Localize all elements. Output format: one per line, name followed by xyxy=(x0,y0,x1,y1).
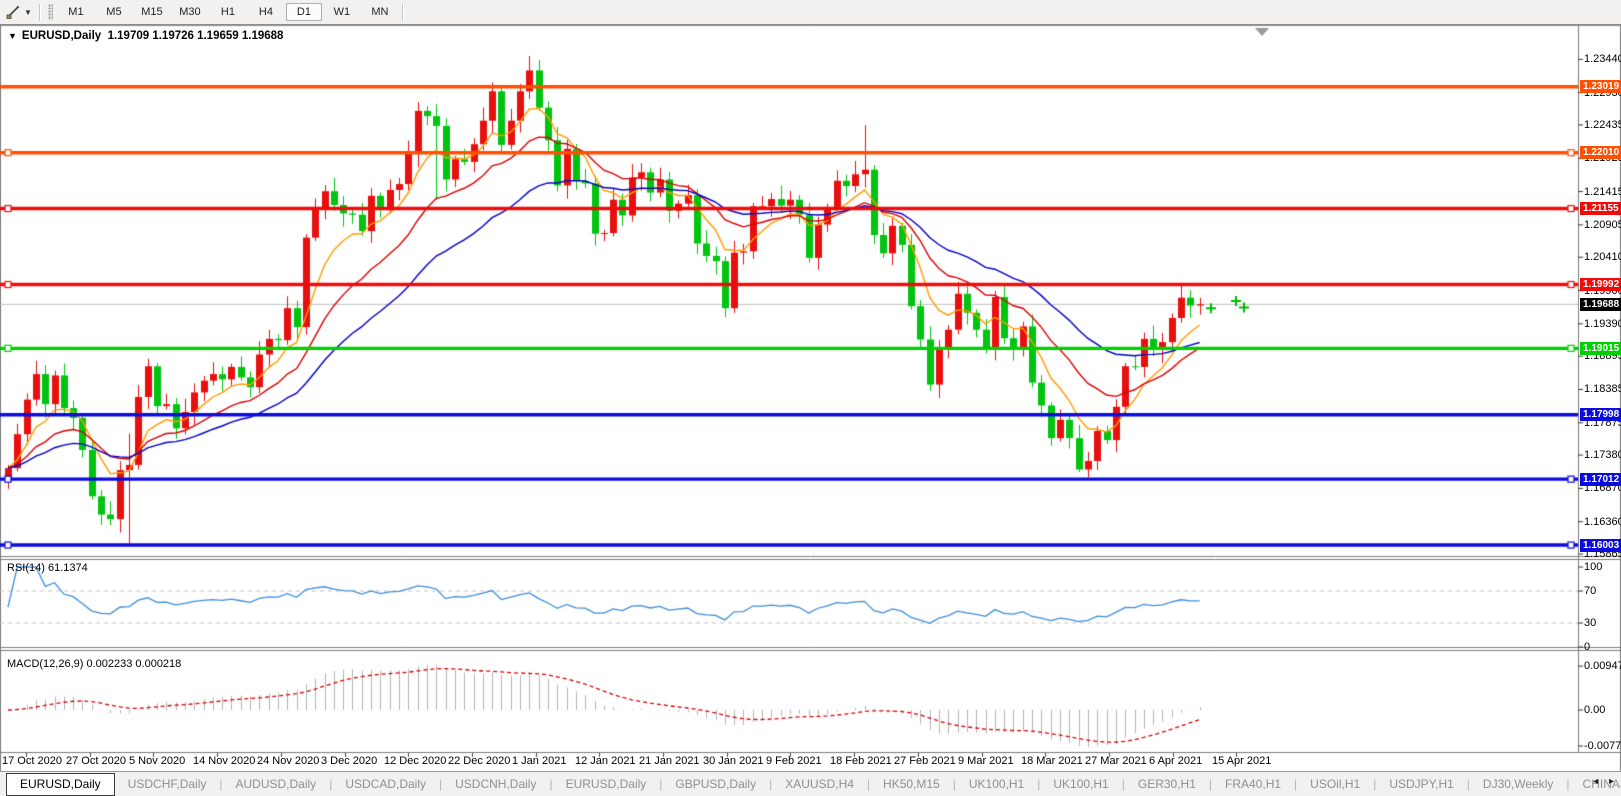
hline-price-tag: 1.17012 xyxy=(1580,473,1621,486)
chart-tab-audusd-daily[interactable]: AUDUSD,Daily xyxy=(223,774,330,795)
price-axis-label: 1.20410 xyxy=(1584,251,1621,263)
chart-tab-eurusd-daily[interactable]: EURUSD,Daily xyxy=(6,773,115,796)
chart-tab-usdchf-daily[interactable]: USDCHF,Daily xyxy=(115,774,220,795)
date-axis-label: 22 Dec 2020 xyxy=(448,755,510,767)
price-axis-label: 1.17380 xyxy=(1584,449,1621,461)
chart-title: ▼ EURUSD,Daily 1.19709 1.19726 1.19659 1.… xyxy=(8,30,283,42)
price-axis-label: 1.16360 xyxy=(1584,516,1621,528)
macd-indicator-label: MACD(12,26,9) 0.002233 0.000218 xyxy=(7,658,181,670)
date-axis-label: 9 Feb 2021 xyxy=(766,755,822,767)
date-axis-label: 24 Nov 2020 xyxy=(257,755,319,767)
date-axis-label: 14 Nov 2020 xyxy=(193,755,255,767)
date-axis-label: 18 Feb 2021 xyxy=(830,755,892,767)
date-axis-label: 9 Mar 2021 xyxy=(958,755,1014,767)
trading-platform-window: ▼ M1M5M15M30H1H4D1W1MN ▼EURUSD,Daily 1.1… xyxy=(0,0,1621,796)
chart-ohlc-quote: 1.19709 1.19726 1.19659 1.19688 xyxy=(108,30,284,42)
chart-collapse-icon[interactable]: ▼ xyxy=(8,31,17,41)
rsi-axis-label: 100 xyxy=(1584,561,1602,573)
date-axis-label: 1 Jan 2021 xyxy=(512,755,566,767)
hline-price-tag: 1.22010 xyxy=(1580,146,1621,159)
chart-tab-bar: EURUSD,DailyUSDCHF,Daily|AUDUSD,Daily|US… xyxy=(0,771,1621,796)
rsi-indicator-label: RSI(14) 61.1374 xyxy=(7,562,88,574)
price-chart-canvas[interactable] xyxy=(0,0,1621,796)
date-axis-label: 27 Oct 2020 xyxy=(66,755,126,767)
date-axis-label: 27 Mar 2021 xyxy=(1085,755,1147,767)
macd-axis-label: 0.009478 xyxy=(1584,660,1621,672)
chart-tab-gbpusd-daily[interactable]: GBPUSD,Daily xyxy=(662,774,769,795)
macd-axis-label: -0.007778 xyxy=(1584,740,1621,752)
chart-tab-dj30-weekly[interactable]: DJ30,Weekly xyxy=(1470,774,1566,795)
chart-tab-uk100-h1[interactable]: UK100,H1 xyxy=(956,774,1037,795)
rsi-axis-label: 30 xyxy=(1584,617,1596,629)
date-axis-label: 30 Jan 2021 xyxy=(703,755,764,767)
chart-tab-fra40-h1[interactable]: FRA40,H1 xyxy=(1212,774,1294,795)
date-axis-label: 5 Nov 2020 xyxy=(129,755,185,767)
price-axis-label: 1.23440 xyxy=(1584,53,1621,65)
current-price-tag: 1.19688 xyxy=(1580,298,1621,311)
chart-tab-usdcnh-daily[interactable]: USDCNH,Daily xyxy=(442,774,549,795)
price-axis-label: 1.20905 xyxy=(1584,219,1621,231)
date-axis-label: 15 Apr 2021 xyxy=(1212,755,1271,767)
date-axis-label: 12 Jan 2021 xyxy=(575,755,636,767)
hline-price-tag: 1.19015 xyxy=(1580,342,1621,355)
date-axis-label: 12 Dec 2020 xyxy=(384,755,446,767)
price-axis-label: 1.22435 xyxy=(1584,119,1621,131)
chart-tab-usoil-h1[interactable]: USOil,H1 xyxy=(1297,774,1373,795)
rsi-axis-label: 70 xyxy=(1584,585,1596,597)
date-axis-label: 21 Jan 2021 xyxy=(639,755,700,767)
date-axis-label: 18 Mar 2021 xyxy=(1021,755,1083,767)
date-axis-label: 27 Feb 2021 xyxy=(894,755,956,767)
price-axis-label: 1.18385 xyxy=(1584,383,1621,395)
chart-symbol-label: EURUSD,Daily xyxy=(22,30,101,42)
chart-tab-usdcad-daily[interactable]: USDCAD,Daily xyxy=(332,774,439,795)
chart-tab-usdjpy-h1[interactable]: USDJPY,H1 xyxy=(1376,774,1466,795)
date-axis-label: 17 Oct 2020 xyxy=(2,755,62,767)
tab-scroll-arrows[interactable]: ◂ ▸ xyxy=(1593,776,1618,787)
chart-tab-hk50-m15[interactable]: HK50,M15 xyxy=(870,774,953,795)
macd-axis-label: 0.00 xyxy=(1584,704,1605,716)
hline-price-tag: 1.16003 xyxy=(1580,539,1621,552)
chart-tab-eurusd-daily[interactable]: EURUSD,Daily xyxy=(553,774,660,795)
rsi-axis-label: 0 xyxy=(1584,641,1590,653)
chart-tab-uk100-h1[interactable]: UK100,H1 xyxy=(1040,774,1121,795)
date-axis-label: 3 Dec 2020 xyxy=(321,755,377,767)
chart-tab-ger30-h1[interactable]: GER30,H1 xyxy=(1125,774,1209,795)
hline-price-tag: 1.17998 xyxy=(1580,408,1621,421)
chart-tab-xauusd-h4[interactable]: XAUUSD,H4 xyxy=(772,774,867,795)
hline-price-tag: 1.19992 xyxy=(1580,278,1621,291)
date-axis-label: 6 Apr 2021 xyxy=(1149,755,1202,767)
price-axis-label: 1.19390 xyxy=(1584,318,1621,330)
hline-price-tag: 1.23019 xyxy=(1580,80,1621,93)
hline-price-tag: 1.21155 xyxy=(1580,202,1621,215)
price-axis-label: 1.21415 xyxy=(1584,186,1621,198)
